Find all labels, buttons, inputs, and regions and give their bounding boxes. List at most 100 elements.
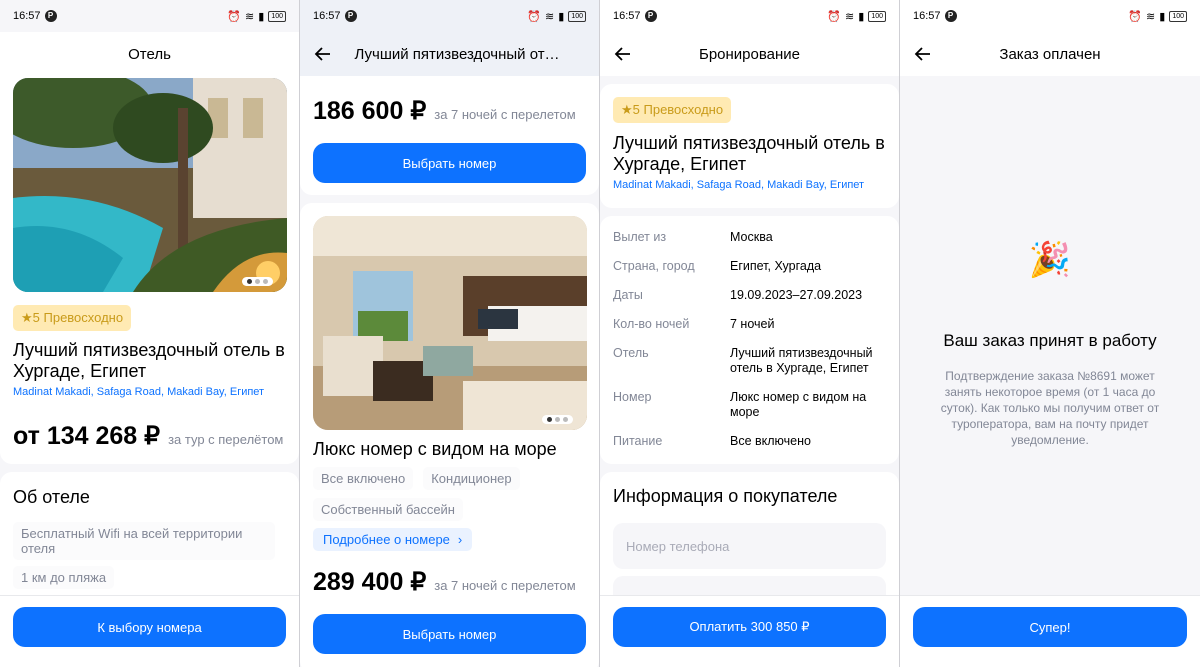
hotel-photo[interactable] <box>13 78 287 292</box>
battery-icon: 100 <box>568 10 586 22</box>
price-note: за тур с перелётом <box>168 432 284 447</box>
alarm-icon: ⏰ <box>527 10 542 23</box>
detail-key: Номер <box>613 390 652 404</box>
detail-key: Отель <box>613 346 649 360</box>
app-notification-icon: P <box>944 10 957 22</box>
detail-value: Лучший пятизвездочный отель в Хургаде, Е… <box>730 346 873 375</box>
detail-value: Египет, Хургада <box>730 259 822 273</box>
detail-row: Даты 19.09.2023–27.09.2023 <box>613 288 893 303</box>
booking-hotel-card: ★5 Превосходно Лучший пятизвездочный оте… <box>600 84 899 208</box>
room-tag: Все включено <box>313 467 414 490</box>
bottom-bar: Оплатить 300 850 ₽ <box>600 595 899 667</box>
party-popper-icon: 🎉 <box>1028 241 1072 279</box>
detail-value: Москва <box>730 230 773 244</box>
room2-more-wrap: Подробнее о номере › <box>313 528 473 551</box>
room1-price: 186 600 ₽ <box>313 97 427 125</box>
hotel-address[interactable]: Madinat Makadi, Safaga Road, Makadi Bay,… <box>613 179 888 191</box>
room2-price: 289 400 ₽ <box>313 568 427 596</box>
page-title: Лучший пятизвездочный отель ... <box>354 45 565 63</box>
details-list: Вылет из Москва Страна, город Египет, Хург… <box>613 230 893 463</box>
wifi-icon: ≋ <box>245 10 255 23</box>
hotel-card: ★5 Превосходно Лучший пятизвездочный оте… <box>0 76 299 464</box>
room1-select-button[interactable]: Выбрать номер <box>313 143 586 183</box>
rating-badge: ★5 Превосходно <box>13 305 132 331</box>
room2-tags: Все включено Кондиционер Собственный бас… <box>313 467 593 521</box>
room-tag: Кондиционер <box>423 467 520 490</box>
feature-list: Бесплатный Wifi на всей территории отеля… <box>13 522 275 589</box>
room-tag: Собственный бассейн <box>313 498 463 521</box>
battery-icon: 100 <box>868 10 886 22</box>
booking-screen: 16:57 P ⏰ ≋ ▮ 100 Бронирование ★5 Превосходн… <box>600 0 900 667</box>
status-time: 16:57 <box>613 10 641 22</box>
detail-key: Питание <box>613 434 663 448</box>
bottom-bar: Супер! <box>900 595 1200 667</box>
room2-price-row: 289 400 ₽ за 7 ночей с перелетом <box>313 567 576 597</box>
wifi-icon: ≋ <box>1146 10 1156 23</box>
detail-row: Вылет из Москва <box>613 230 893 245</box>
detail-row: Кол-во ночей 7 ночей <box>613 317 893 332</box>
status-time: 16:57 <box>13 10 41 22</box>
phone-input[interactable]: Номер телефона <box>613 523 886 569</box>
bottom-bar: К выбору номера <box>0 595 299 667</box>
battery-icon: 100 <box>268 10 286 22</box>
detail-row: Номер Люкс номер с видом на море <box>613 390 893 420</box>
room1-price-row: 186 600 ₽ за 7 ночей с перелетом <box>313 96 576 126</box>
page-title: Отель <box>128 45 171 63</box>
hotel-info: Лучший пятизвездочный отель в Хургаде, Е… <box>613 133 888 191</box>
room-photo-image <box>313 216 587 430</box>
battery-icon: 100 <box>1169 10 1187 22</box>
booking-details-card: Вылет из Москва Страна, город Египет, Хург… <box>600 216 899 464</box>
room2-name: Люкс номер с видом на море <box>313 439 557 459</box>
page-title: Заказ оплачен <box>999 45 1101 63</box>
header: Бронирование <box>600 32 899 76</box>
room2-select-button[interactable]: Выбрать номер <box>313 614 586 654</box>
choose-room-button[interactable]: К выбору номера <box>13 607 286 647</box>
room-card-2: Люкс номер с видом на море Все включено … <box>300 203 599 667</box>
detail-value: Все включено <box>730 434 811 448</box>
signal-icon: ▮ <box>558 10 565 23</box>
detail-value: 7 ночей <box>730 317 775 331</box>
alarm-icon: ⏰ <box>227 10 242 23</box>
status-bar: 16:57 P ⏰ ≋ ▮ 100 <box>900 0 1200 32</box>
detail-value: Люкс номер с видом на море <box>730 390 867 419</box>
super-button[interactable]: Супер! <box>913 607 1187 647</box>
detail-row: Отель Лучший пятизвездочный отель в Хурга… <box>613 346 893 376</box>
app-notification-icon: P <box>644 10 657 22</box>
signal-icon: ▮ <box>258 10 265 23</box>
rating-wrap: ★5 Превосходно <box>613 97 732 123</box>
hotel-screen: 16:57 P ⏰ ≋ ▮ 100 Отель ★5 Превосходно Л… <box>0 0 300 667</box>
room2-price-note: за 7 ночей с перелетом <box>434 578 576 593</box>
status-bar: 16:57 P ⏰ ≋ ▮ 100 <box>0 0 299 32</box>
rating-wrap: ★5 Превосходно <box>13 305 132 331</box>
signal-icon: ▮ <box>858 10 865 23</box>
room-details-link[interactable]: Подробнее о номере › <box>313 528 473 551</box>
back-arrow-icon[interactable] <box>913 44 933 64</box>
status-bar: 16:57 P ⏰ ≋ ▮ 100 <box>600 0 899 32</box>
rooms-screen: 16:57 P ⏰ ≋ ▮ 100 Лучший пятизвездочный отел… <box>300 0 600 667</box>
success-heading: Ваш заказ принят в работу <box>943 331 1157 350</box>
detail-row: Питание Все включено <box>613 434 893 449</box>
alarm-icon: ⏰ <box>1128 10 1143 23</box>
feature-item: 1 км до пляжа <box>13 566 115 589</box>
hotel-photo-image <box>13 78 287 292</box>
hotel-address[interactable]: Madinat Makadi, Safaga Road, Makadi Bay,… <box>13 386 288 398</box>
header: Лучший пятизвездочный отель ... <box>300 32 599 76</box>
price: от 134 268 ₽ <box>13 422 161 450</box>
pay-button[interactable]: Оплатить 300 850 ₽ <box>613 607 886 647</box>
detail-key: Вылет из <box>613 230 667 244</box>
room1-price-note: за 7 ночей с перелетом <box>434 107 576 122</box>
status-time: 16:57 <box>313 10 341 22</box>
success-message: Подтверждение заказа №8691 может занять … <box>940 369 1160 447</box>
price-row: от 134 268 ₽ за тур с перелётом <box>13 421 283 451</box>
about-title: Об отеле <box>13 487 90 507</box>
hotel-name: Лучший пятизвездочный отель в Хургаде, Е… <box>613 133 885 174</box>
back-arrow-icon[interactable] <box>313 44 333 64</box>
room-photo[interactable] <box>313 216 587 430</box>
phone-placeholder: Номер телефона <box>626 538 730 554</box>
wifi-icon: ≋ <box>545 10 555 23</box>
app-notification-icon: P <box>344 10 357 22</box>
status-time: 16:57 <box>913 10 941 22</box>
back-arrow-icon[interactable] <box>613 44 633 64</box>
photo-pager <box>242 277 273 286</box>
chevron-right-icon: › <box>457 532 463 547</box>
